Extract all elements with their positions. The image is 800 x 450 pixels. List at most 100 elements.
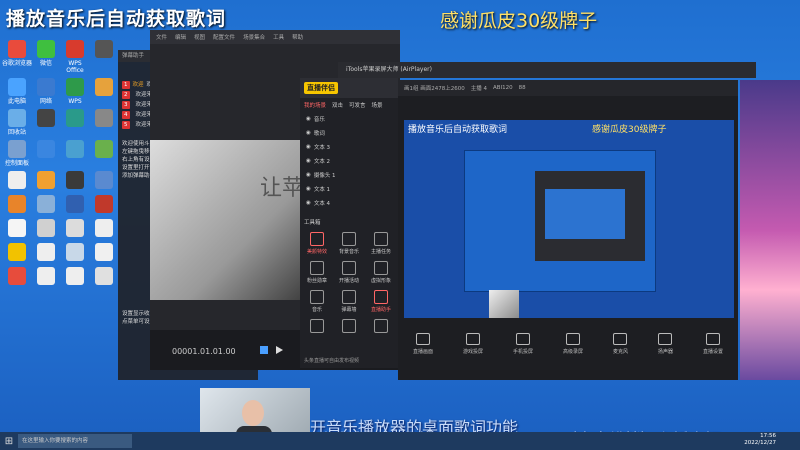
eye-icon[interactable]: ◉ [306, 116, 311, 122]
desktop-icon[interactable] [2, 267, 32, 287]
desktop-icon[interactable]: WPS Office [60, 40, 90, 74]
player-menu-bar[interactable]: 文件 编辑 视图 配置文件 场景集合 工具 帮助 [150, 30, 400, 44]
player-menu-item[interactable]: 文件 [156, 33, 167, 41]
eye-icon[interactable]: ◉ [306, 144, 311, 150]
scene-item[interactable]: ◉ 文本 1 [300, 182, 398, 196]
scene-tab[interactable]: 我的场景 [304, 101, 326, 109]
clock-date: 2022/12/27 [744, 440, 776, 446]
tool-item[interactable] [304, 319, 330, 335]
desktop-icon[interactable] [89, 40, 119, 74]
desktop-icon[interactable] [60, 109, 90, 136]
desktop-icon[interactable]: 回收站 [2, 109, 32, 136]
desktop-icon[interactable] [89, 267, 119, 287]
desktop-icon[interactable]: WPS [60, 78, 90, 105]
desktop-icon[interactable] [60, 243, 90, 263]
eye-icon[interactable]: ◉ [306, 186, 311, 192]
control-label: 麦克风 [612, 349, 628, 355]
desktop-icon[interactable] [60, 140, 90, 167]
desktop-icon[interactable] [31, 243, 61, 263]
stop-button[interactable] [260, 346, 268, 354]
desktop-icon[interactable] [2, 171, 32, 191]
live-control-button[interactable]: 手机投屏 [513, 333, 533, 355]
desktop-icon[interactable] [89, 195, 119, 215]
tool-item[interactable]: 粉丝勋章 [304, 261, 330, 284]
preview-toolbar-item[interactable]: ABI120 [493, 85, 513, 91]
live-control-button[interactable]: 高级录屏 [563, 333, 583, 355]
tool-grid[interactable]: 美颜特效 背景音乐 主播任务粉丝勋章 开播活动 虚拟形象音乐 弹幕墙 直播助手 [300, 226, 398, 341]
desktop-icon[interactable]: 此电脑 [2, 78, 32, 105]
scene-tab[interactable]: 场景 [372, 101, 383, 109]
eye-icon[interactable]: ◉ [306, 130, 311, 136]
desktop-icon[interactable] [2, 219, 32, 239]
preview-toolbar-item[interactable]: 画1组 画面2478上2600 [404, 84, 465, 92]
desktop-icon[interactable] [31, 171, 61, 191]
desktop-icon[interactable] [89, 219, 119, 239]
live-control-button[interactable]: 游戏投屏 [463, 333, 483, 355]
desktop-icon[interactable] [31, 109, 61, 136]
desktop-icon[interactable]: 网络 [31, 78, 61, 105]
player-menu-item[interactable]: 编辑 [175, 33, 186, 41]
scene-item[interactable]: ◉ 文本 3 [300, 140, 398, 154]
desktop-icon[interactable] [31, 195, 61, 215]
tool-item[interactable] [336, 319, 362, 335]
taskbar-clock[interactable]: 17:56 2022/12/27 [744, 433, 776, 447]
scene-list[interactable]: ◉ 音乐 ◉ 歌词 ◉ 文本 3 ◉ 文本 2 ◉ 摄像头 1 ◉ 文本 1 ◉ 文本 4 [300, 112, 398, 210]
tool-item[interactable]: 开播活动 [336, 261, 362, 284]
desktop-icon[interactable]: 谷歌浏览器 [2, 40, 32, 74]
tool-item[interactable]: 音乐 [304, 290, 330, 313]
desktop-icon[interactable] [31, 140, 61, 167]
player-menu-item[interactable]: 帮助 [292, 33, 303, 41]
control-label: 扬声器 [657, 349, 673, 355]
start-button[interactable]: ⊞ [0, 436, 18, 447]
scene-item[interactable]: ◉ 文本 4 [300, 196, 398, 210]
player-menu-item[interactable]: 场景集合 [243, 33, 265, 41]
player-menu-item[interactable]: 配置文件 [213, 33, 235, 41]
live-companion-panel[interactable]: 直播伴侣 我的场景 双击 可发言 场景 ◉ 音乐 ◉ 歌词 ◉ 文本 3 ◉ 文本 2 ◉ 摄像头 1 ◉… [300, 78, 398, 368]
player-menu-item[interactable]: 视图 [194, 33, 205, 41]
preview-toolbar[interactable]: 画1组 画面2478上2600 主播 4 ABI120 88 [398, 80, 738, 96]
eye-icon[interactable]: ◉ [306, 172, 311, 178]
desktop-icon[interactable] [31, 219, 61, 239]
scene-tab[interactable]: 可发言 [349, 101, 366, 109]
desktop-icon[interactable] [89, 78, 119, 105]
desktop-icon[interactable]: 控制面板 [2, 140, 32, 167]
player-menu-item[interactable]: 工具 [273, 33, 284, 41]
desktop-icon[interactable] [89, 109, 119, 136]
desktop-icon[interactable] [89, 243, 119, 263]
taskbar-search[interactable]: 在这里输入你要搜索的内容 [18, 434, 132, 448]
itools-title-bar[interactable]: iTools苹果录屏大师 (AirPlayer) [338, 62, 756, 78]
scene-item[interactable]: ◉ 歌词 [300, 126, 398, 140]
desktop-icon[interactable] [2, 243, 32, 263]
desktop-icon[interactable] [60, 219, 90, 239]
desktop-icon[interactable] [89, 140, 119, 167]
desktop-icon[interactable] [60, 171, 90, 191]
scene-item[interactable]: ◉ 文本 2 [300, 154, 398, 168]
live-control-button[interactable]: 扬声器 [658, 333, 673, 355]
tool-item[interactable]: 直播助手 [368, 290, 394, 313]
preview-toolbar-item[interactable]: 88 [519, 85, 526, 91]
scene-item[interactable]: ◉ 摄像头 1 [300, 168, 398, 182]
desktop-icon[interactable] [89, 171, 119, 191]
play-icon[interactable] [276, 346, 283, 354]
live-control-button[interactable]: 直播设置 [703, 333, 723, 355]
desktop-icon[interactable] [31, 267, 61, 287]
desktop-icon[interactable] [60, 195, 90, 215]
tool-item[interactable]: 背景音乐 [336, 232, 362, 255]
desktop-icon[interactable]: 微信 [31, 40, 61, 74]
live-control-button[interactable]: 直播画面 [413, 333, 433, 355]
tool-item[interactable]: 美颜特效 [304, 232, 330, 255]
tool-item[interactable]: 主播任务 [368, 232, 394, 255]
live-controls-bar[interactable]: 直播画面 游戏投屏 手机投屏 高级录屏 麦克风 扬声器 直播设置 [398, 318, 738, 370]
live-control-button[interactable]: 麦克风 [613, 333, 628, 355]
desktop-icon[interactable] [60, 267, 90, 287]
tool-item[interactable] [368, 319, 394, 335]
scene-tabs[interactable]: 我的场景 双击 可发言 场景 [300, 98, 398, 112]
eye-icon[interactable]: ◉ [306, 158, 311, 164]
desktop-icon[interactable] [2, 195, 32, 215]
tool-item[interactable]: 弹幕墙 [336, 290, 362, 313]
scene-item[interactable]: ◉ 音乐 [300, 112, 398, 126]
tool-item[interactable]: 虚拟形象 [368, 261, 394, 284]
eye-icon[interactable]: ◉ [306, 200, 311, 206]
preview-toolbar-item[interactable]: 主播 4 [471, 84, 487, 92]
scene-tab[interactable]: 双击 [332, 101, 343, 109]
